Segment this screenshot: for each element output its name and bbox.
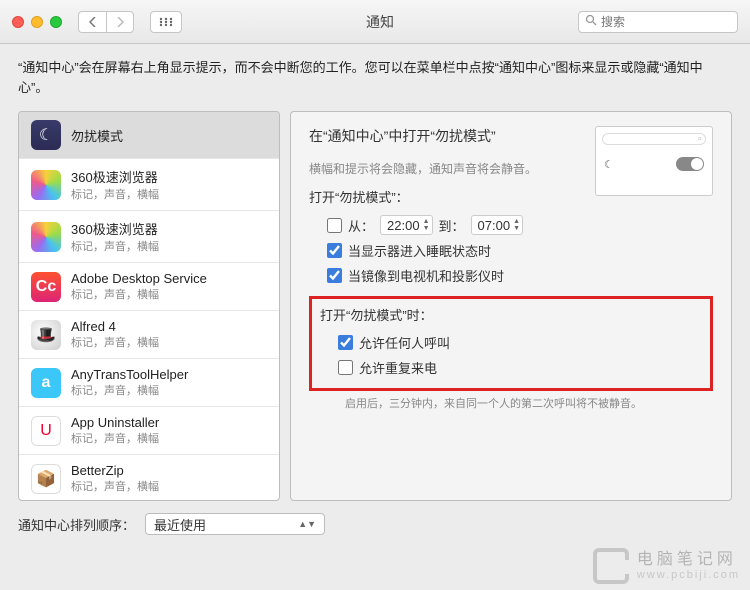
app-icon: Cc — [31, 272, 61, 302]
schedule-row: 从： 22:00▲▼ 到： 07:00▲▼ — [309, 212, 713, 238]
search-icon — [585, 14, 597, 29]
app-icon — [31, 222, 61, 252]
footer: 通知中心排列顺序： 最近使用 ▲▼ — [0, 501, 750, 547]
sidebar-item-sub: 标记，声音，横幅 — [71, 382, 188, 398]
from-label: 从： — [348, 216, 374, 235]
stepper-icon[interactable]: ▲▼ — [423, 218, 430, 232]
to-label: 到： — [439, 216, 465, 235]
notification-center-preview: ⌕ ☾ — [595, 126, 713, 196]
app-icon: 📦 — [31, 464, 61, 494]
allow-anyone-row: 允许任何人呼叫 — [320, 330, 702, 355]
stepper-icon[interactable]: ▲▼ — [513, 218, 520, 232]
mirror-checkbox[interactable] — [327, 268, 342, 283]
watermark-text-2: www.pcbiji.com — [637, 569, 740, 581]
sidebar-item-label: BetterZip — [71, 463, 159, 478]
sleep-checkbox[interactable] — [327, 243, 342, 258]
nav-buttons — [78, 11, 134, 33]
sleep-row: 当显示器进入睡眠状态时 — [309, 238, 713, 263]
moon-icon: ☾ — [31, 120, 61, 150]
sleep-label: 当显示器进入睡眠状态时 — [348, 241, 491, 260]
allow-repeat-checkbox[interactable] — [338, 360, 353, 375]
minimize-button[interactable] — [31, 16, 43, 28]
sidebar-item-sub: 标记，声音，横幅 — [71, 238, 159, 254]
sort-label: 通知中心排列顺序： — [18, 515, 135, 534]
watermark: 电脑笔记网 www.pcbiji.com — [593, 548, 740, 584]
panel-description: “通知中心”会在屏幕右上角显示提示，而不会中断您的工作。您可以在菜单栏中点按“通… — [0, 44, 750, 111]
app-icon: a — [31, 368, 61, 398]
sidebar-item-label: 360极速浏览器 — [71, 219, 159, 238]
allow-repeat-label: 允许重复来电 — [359, 358, 437, 377]
preview-switch — [676, 157, 704, 171]
app-icon — [31, 170, 61, 200]
moon-icon: ☾ — [604, 158, 614, 171]
search-field[interactable] — [578, 11, 738, 33]
repeat-hint: 启用后，三分钟内，来自同一个人的第二次呼叫将不被静音。 — [309, 395, 713, 411]
search-icon: ⌕ — [698, 134, 702, 144]
sidebar-item-label: App Uninstaller — [71, 415, 159, 430]
sidebar-item-sub: 标记，声音，横幅 — [71, 186, 159, 202]
allow-anyone-label: 允许任何人呼叫 — [359, 333, 450, 352]
sidebar-item-label: 360极速浏览器 — [71, 167, 159, 186]
sidebar-item-adobe[interactable]: Cc Adobe Desktop Service标记，声音，横幅 — [19, 263, 279, 311]
sort-select[interactable]: 最近使用 ▲▼ — [145, 513, 325, 535]
sidebar-item-uninstaller[interactable]: U App Uninstaller标记，声音，横幅 — [19, 407, 279, 455]
sidebar-item-label: AnyTransToolHelper — [71, 367, 188, 382]
watermark-logo — [593, 548, 629, 584]
sidebar-item-dnd[interactable]: ☾ 勿扰模式 — [19, 112, 279, 159]
window-title: 通知 — [190, 12, 570, 32]
sidebar-item-360-1[interactable]: 360极速浏览器标记，声音，横幅 — [19, 159, 279, 211]
zoom-button[interactable] — [50, 16, 62, 28]
close-button[interactable] — [12, 16, 24, 28]
detail-panel: 在“通知中心”中打开“勿扰模式” ⌕ ☾ 横幅和提示将会隐藏，通知声音将会静音。… — [290, 111, 732, 501]
sidebar-item-betterzip[interactable]: 📦 BetterZip标记，声音，横幅 — [19, 455, 279, 501]
search-input[interactable] — [601, 15, 750, 29]
sidebar-item-alfred[interactable]: 🎩 Alfred 4标记，声音，横幅 — [19, 311, 279, 359]
titlebar: 通知 — [0, 0, 750, 44]
when-on-section-label: 打开“勿扰模式”时： — [320, 305, 702, 324]
sidebar-item-sub: 标记，声音，横幅 — [71, 430, 159, 446]
window-controls — [12, 16, 62, 28]
sidebar-item-360-2[interactable]: 360极速浏览器标记，声音，横幅 — [19, 211, 279, 263]
sidebar-item-label: 勿扰模式 — [71, 126, 123, 145]
mirror-label: 当镜像到电视机和投影仪时 — [348, 266, 504, 285]
watermark-text-1: 电脑笔记网 — [637, 551, 740, 569]
app-icon: U — [31, 416, 61, 446]
forward-button[interactable] — [106, 11, 134, 33]
mirror-row: 当镜像到电视机和投影仪时 — [309, 263, 713, 288]
highlighted-section: 打开“勿扰模式”时： 允许任何人呼叫 允许重复来电 — [309, 296, 713, 391]
sidebar-item-sub: 标记，声音，横幅 — [71, 478, 159, 494]
preview-search: ⌕ — [602, 133, 706, 145]
allow-anyone-checkbox[interactable] — [338, 335, 353, 350]
app-icon: 🎩 — [31, 320, 61, 350]
sidebar-item-anytrans[interactable]: a AnyTransToolHelper标记，声音，横幅 — [19, 359, 279, 407]
sort-value: 最近使用 — [154, 515, 206, 534]
from-time-field[interactable]: 22:00▲▼ — [380, 215, 432, 235]
allow-repeat-row: 允许重复来电 — [320, 355, 702, 380]
back-button[interactable] — [78, 11, 106, 33]
show-all-button[interactable] — [150, 11, 182, 33]
chevron-updown-icon: ▲▼ — [298, 521, 316, 528]
sidebar-item-sub: 标记，声音，横幅 — [71, 286, 207, 302]
sidebar-item-sub: 标记，声音，横幅 — [71, 334, 159, 350]
preview-toggle-row: ☾ — [602, 153, 706, 175]
schedule-checkbox[interactable] — [327, 218, 342, 233]
sidebar-item-label: Adobe Desktop Service — [71, 271, 207, 286]
app-list[interactable]: ☾ 勿扰模式 360极速浏览器标记，声音，横幅 360极速浏览器标记，声音，横幅… — [18, 111, 280, 501]
sidebar-item-label: Alfred 4 — [71, 319, 159, 334]
to-time-field[interactable]: 07:00▲▼ — [471, 215, 523, 235]
